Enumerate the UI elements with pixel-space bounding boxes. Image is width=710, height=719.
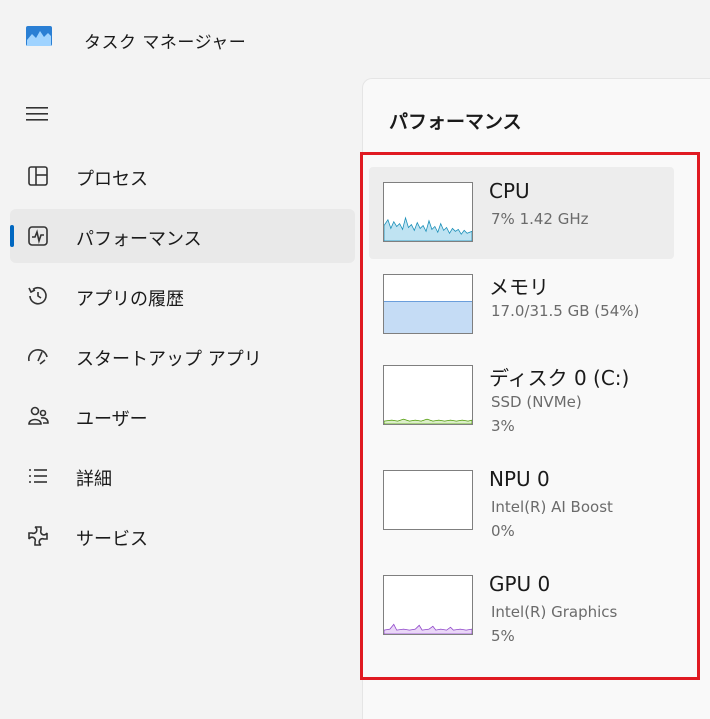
perf-item-detail: 17.0/31.5 GB (54%)	[491, 302, 640, 320]
sidebar-item-app-history[interactable]: アプリの履歴	[10, 269, 355, 323]
users-icon	[26, 404, 50, 428]
sidebar-item-label: ユーザー	[76, 409, 148, 430]
perf-item-name: メモリ	[489, 275, 549, 299]
processes-icon	[26, 164, 50, 188]
window-title: タスク マネージャー	[84, 33, 247, 53]
cpu-graph	[383, 182, 473, 242]
perf-item-usage: 3%	[491, 417, 515, 435]
selection-indicator	[10, 225, 14, 247]
details-icon	[26, 464, 50, 488]
perf-item-name: CPU	[489, 179, 530, 203]
perf-item-usage: 5%	[491, 627, 515, 645]
app-history-icon	[26, 284, 50, 308]
npu-graph	[383, 470, 473, 530]
perf-item-detail: Intel(R) Graphics	[491, 603, 618, 621]
perf-item-detail: SSD (NVMe)	[491, 393, 582, 411]
sidebar-item-processes[interactable]: プロセス	[10, 149, 355, 203]
sidebar-item-services[interactable]: サービス	[10, 509, 355, 563]
perf-item-detail: 7% 1.42 GHz	[491, 210, 589, 228]
startup-icon	[26, 344, 50, 368]
title-bar: タスク マネージャー	[0, 0, 710, 78]
services-icon	[26, 524, 50, 548]
perf-item-gpu[interactable]: GPU 0 Intel(R) Graphics 5%	[369, 560, 674, 652]
performance-icon	[26, 224, 50, 248]
hamburger-icon[interactable]	[26, 104, 50, 124]
sidebar-item-label: パフォーマンス	[76, 229, 202, 250]
perf-item-detail: Intel(R) AI Boost	[491, 498, 613, 516]
sidebar-item-label: サービス	[76, 529, 148, 550]
perf-item-disk[interactable]: ディスク 0 (C:) SSD (NVMe) 3%	[369, 350, 674, 442]
sidebar-item-label: プロセス	[76, 169, 148, 190]
perf-item-name: GPU 0	[489, 572, 551, 596]
sidebar-item-label: スタートアップ アプリ	[76, 349, 262, 370]
sidebar-item-users[interactable]: ユーザー	[10, 389, 355, 443]
sidebar-item-label: アプリの履歴	[76, 289, 184, 310]
memory-usage-fill	[384, 300, 472, 333]
perf-item-npu[interactable]: NPU 0 Intel(R) AI Boost 0%	[369, 455, 674, 547]
perf-item-usage: 0%	[491, 522, 515, 540]
page-title: パフォーマンス	[389, 111, 522, 133]
perf-item-memory[interactable]: メモリ 17.0/31.5 GB (54%)	[369, 259, 674, 351]
sidebar: プロセス パフォーマンス アプリの履歴 スタートアップ アプリ ユーザー 詳細 …	[0, 78, 362, 709]
sidebar-item-startup[interactable]: スタートアップ アプリ	[10, 329, 355, 383]
perf-item-cpu[interactable]: CPU 7% 1.42 GHz	[369, 167, 674, 259]
perf-item-name: NPU 0	[489, 467, 550, 491]
sidebar-item-performance[interactable]: パフォーマンス	[10, 209, 355, 263]
perf-item-name: ディスク 0 (C:)	[489, 366, 630, 390]
gpu-graph	[383, 575, 473, 635]
memory-graph	[383, 274, 473, 334]
sidebar-item-label: 詳細	[76, 469, 112, 490]
disk-graph	[383, 365, 473, 425]
sidebar-item-details[interactable]: 詳細	[10, 449, 355, 503]
task-manager-app-icon	[26, 26, 52, 46]
